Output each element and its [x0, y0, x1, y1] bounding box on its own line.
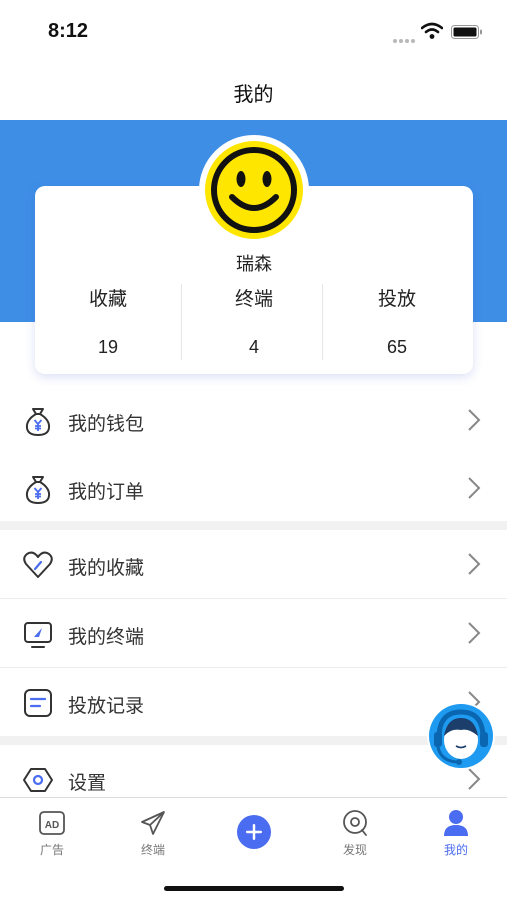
paper-plane-icon [141, 811, 165, 835]
plus-icon [237, 815, 271, 849]
menu-item-terminals[interactable]: 我的终端 [0, 599, 507, 667]
menu-item-orders[interactable]: 我的订单 [0, 454, 507, 522]
menu-item-wallet[interactable]: 我的钱包 [0, 386, 507, 454]
chevron-right-icon [468, 477, 481, 499]
menu-item-label: 我的终端 [68, 627, 145, 648]
stat-value: 65 [386, 337, 408, 357]
tab-label: 发现 [342, 843, 367, 857]
username: 瑞森 [236, 254, 272, 274]
status-time: 8:12 [48, 20, 89, 42]
money-bag-icon [25, 476, 51, 505]
wifi-icon [421, 22, 443, 39]
svg-text:AD: AD [45, 820, 59, 831]
section-gap [0, 521, 507, 530]
tab-add[interactable] [214, 808, 294, 858]
stat-placements[interactable]: 投放 65 [324, 284, 470, 364]
stat-value: 19 [97, 337, 119, 357]
stat-label: 终端 [234, 289, 273, 310]
customer-service-icon[interactable] [425, 700, 497, 772]
stat-terminals[interactable]: 终端 4 [181, 284, 327, 364]
menu-item-label: 我的收藏 [68, 558, 145, 579]
menu-item-label: 我的订单 [68, 482, 145, 503]
stat-divider [322, 284, 323, 360]
tab-label: 我的 [443, 843, 468, 857]
stat-label: 收藏 [88, 289, 127, 310]
page-title: 我的 [233, 84, 274, 106]
stat-label: 投放 [377, 289, 416, 310]
settings-hexagon-icon [23, 768, 53, 792]
tab-ads[interactable]: AD 广告 [12, 808, 92, 858]
tab-terminal[interactable]: 终端 [113, 808, 193, 858]
avatar[interactable] [199, 135, 309, 245]
tab-label: 终端 [140, 843, 165, 857]
discover-icon [343, 810, 367, 836]
document-list-icon [24, 689, 52, 717]
menu-item-label: 我的钱包 [68, 414, 145, 435]
stat-value: 4 [248, 337, 259, 357]
chevron-right-icon [468, 622, 481, 644]
ad-icon: AD [39, 811, 65, 835]
tab-bar: AD 广告 终端 发现 我的 [0, 797, 507, 900]
signal-dots-icon [393, 30, 417, 43]
home-indicator [164, 886, 344, 891]
status-bar: 8:12 [0, 0, 507, 62]
monitor-icon [24, 622, 52, 648]
stat-favorites[interactable]: 收藏 19 [35, 284, 181, 364]
nav-bar: 我的 [0, 62, 507, 120]
battery-icon [451, 25, 482, 39]
tab-mine[interactable]: 我的 [416, 808, 496, 858]
tab-label: 广告 [39, 843, 64, 857]
money-bag-icon [25, 408, 51, 437]
tab-discover[interactable]: 发现 [315, 808, 395, 858]
menu-item-label: 设置 [68, 773, 107, 794]
chevron-right-icon [468, 409, 481, 431]
menu-item-label: 投放记录 [68, 696, 145, 717]
menu-item-favorites[interactable]: 我的收藏 [0, 530, 507, 598]
chevron-right-icon [468, 553, 481, 575]
user-icon [444, 810, 468, 836]
heart-icon [23, 551, 53, 578]
smiley-face-icon [205, 141, 303, 239]
